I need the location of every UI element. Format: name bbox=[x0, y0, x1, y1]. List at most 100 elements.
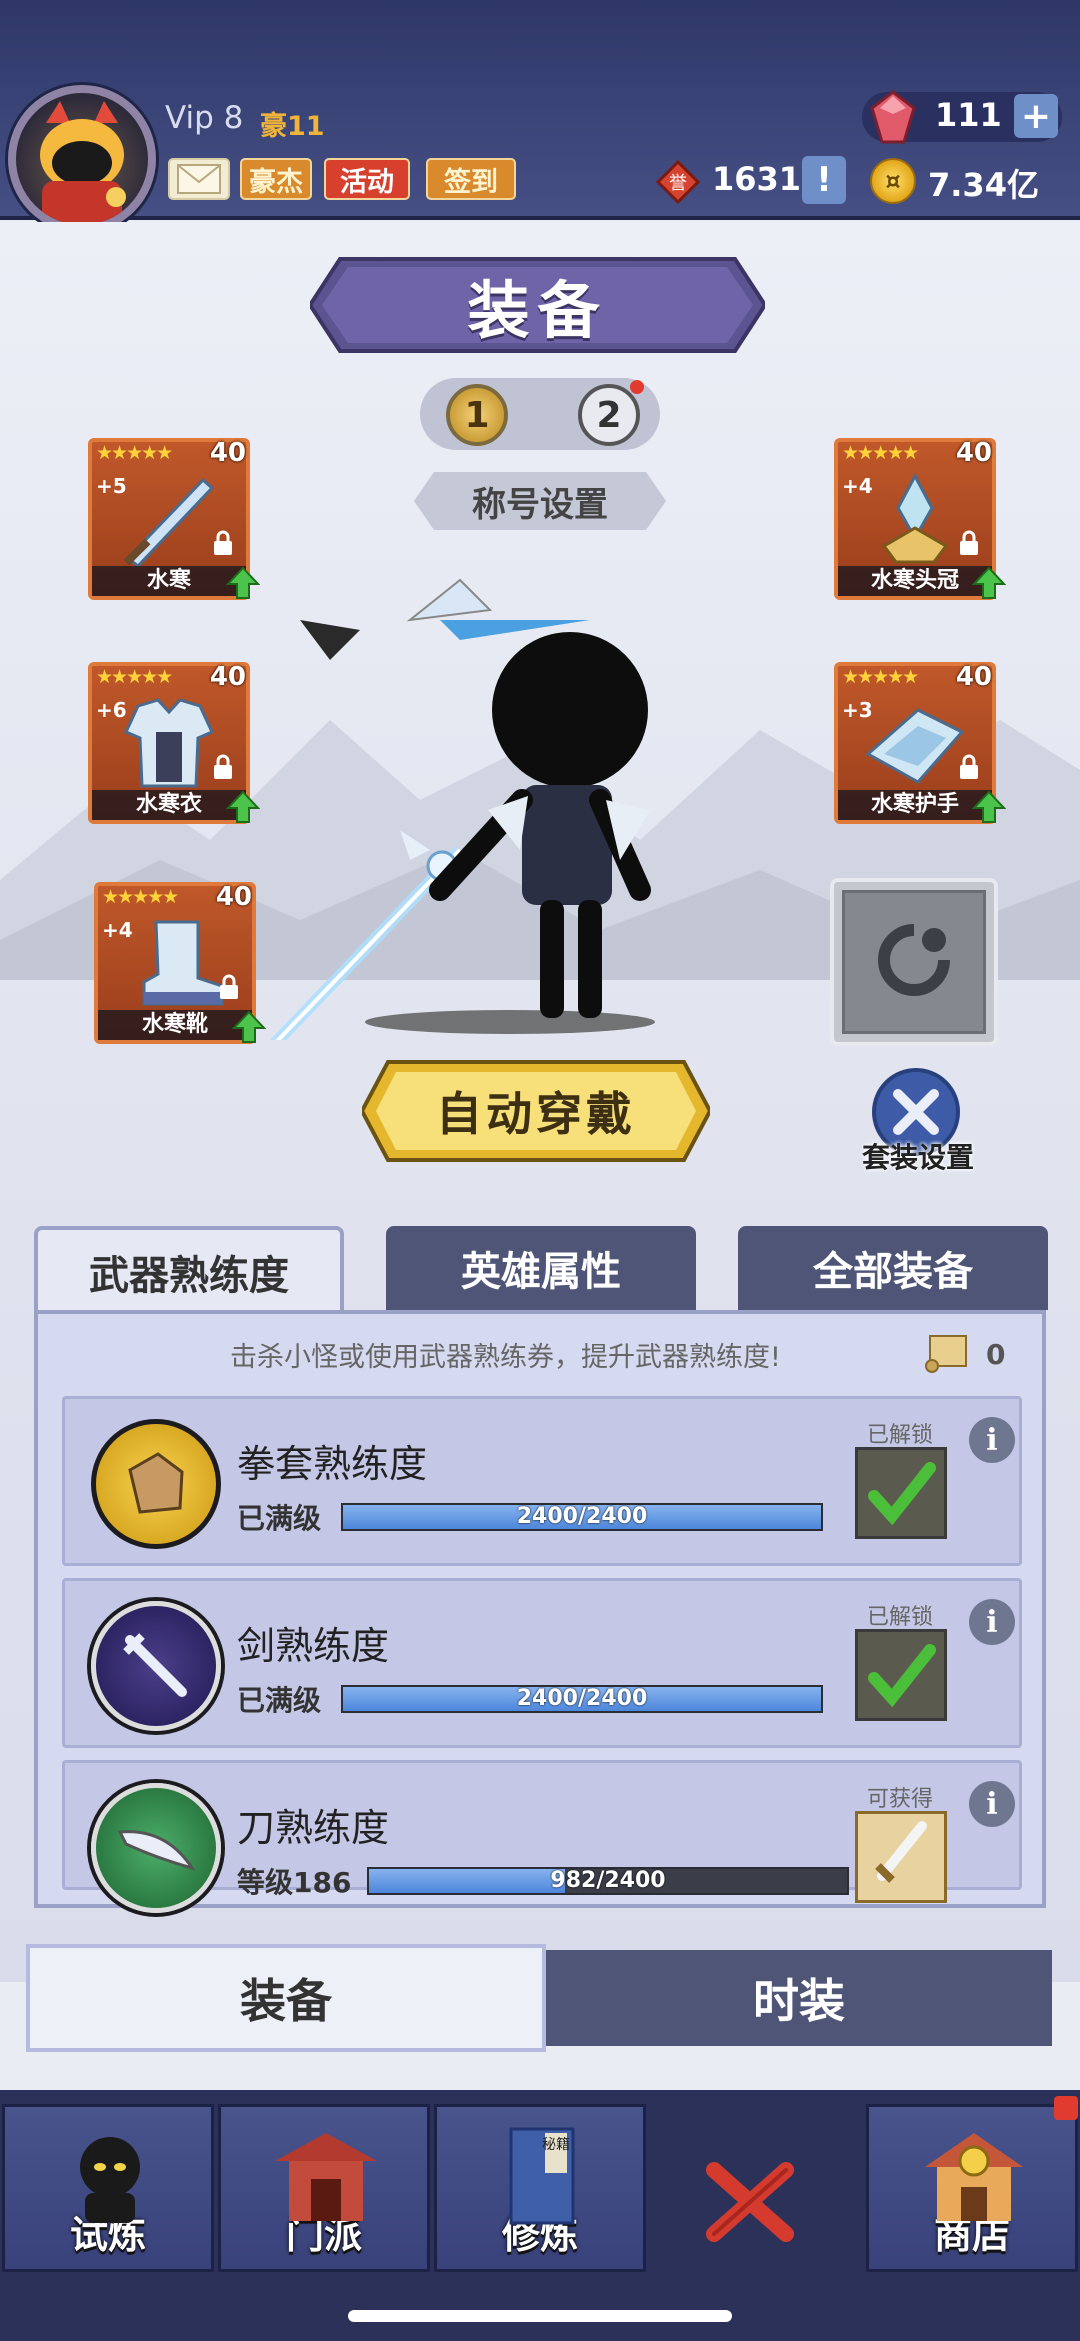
add-gems-button[interactable]: + bbox=[1014, 94, 1058, 138]
slot-item-name: 水寒护手 bbox=[838, 790, 992, 820]
fist-mastery-icon bbox=[91, 1419, 221, 1549]
svg-text:誉: 誉 bbox=[669, 173, 687, 194]
haojie-button[interactable]: 豪杰 bbox=[240, 158, 312, 200]
mastery-hint: 击杀小怪或使用武器熟练券，提升武器熟练度! bbox=[230, 1342, 781, 1373]
upgrade-arrow-icon bbox=[972, 790, 1006, 823]
page-1-button[interactable]: 1 bbox=[446, 384, 508, 446]
ninja-icon bbox=[80, 2137, 140, 2223]
slot-enhance-level: +5 bbox=[96, 474, 127, 498]
honor-token-icon: 誉 bbox=[656, 160, 700, 204]
progress-text: 2400/2400 bbox=[516, 1686, 648, 1711]
close-icon[interactable] bbox=[700, 2150, 800, 2250]
mastery-progress-bar: 2400/2400 bbox=[341, 1503, 823, 1531]
info-button[interactable]: i bbox=[969, 1599, 1015, 1645]
gem-count: 111 bbox=[935, 96, 1002, 134]
gold-count: 7.34亿 bbox=[928, 166, 1039, 204]
progress-text: 982/2400 bbox=[550, 1868, 666, 1893]
slot-level: 40 bbox=[209, 438, 246, 468]
slot-item-name: 水寒头冠 bbox=[838, 566, 992, 596]
equip-slot-gloves[interactable]: ★★★★★ 40 +3 水寒护手 bbox=[834, 662, 1006, 824]
set-settings-label: 套装设置 bbox=[861, 1141, 974, 1174]
mastery-scroll-icon bbox=[925, 1335, 967, 1373]
honor-count: 1631 bbox=[712, 160, 802, 198]
slot-level: 40 bbox=[215, 882, 252, 912]
secret-book-icon: 秘籍 bbox=[509, 2127, 575, 2225]
mastery-progress-bar: 982/2400 bbox=[367, 1867, 849, 1895]
hero-character bbox=[269, 578, 655, 1040]
lock-icon bbox=[960, 754, 978, 779]
slot-enhance-level: +4 bbox=[842, 474, 873, 498]
temple-icon bbox=[275, 2133, 377, 2221]
lock-icon bbox=[960, 530, 978, 555]
checkmark-icon bbox=[868, 1644, 936, 1708]
equip-slot-helmet[interactable]: ★★★★★ 40 +4 水寒头冠 bbox=[834, 438, 1006, 600]
lock-icon bbox=[214, 754, 232, 779]
sword-icon bbox=[123, 1633, 187, 1697]
lock-icon bbox=[214, 530, 232, 555]
upgrade-arrow-icon bbox=[226, 790, 260, 823]
mastery-title: 拳套熟练度 bbox=[237, 1442, 428, 1486]
mastery-title: 剑熟练度 bbox=[237, 1624, 390, 1668]
slot-stars: ★★★★★ bbox=[96, 666, 173, 688]
slot-level: 40 bbox=[209, 662, 246, 692]
ring-icon bbox=[878, 924, 950, 996]
home-indicator[interactable] bbox=[348, 2310, 732, 2322]
upgrade-arrow-icon bbox=[226, 566, 260, 599]
nav-sect[interactable]: 门派 bbox=[218, 2104, 430, 2272]
nav-practice[interactable]: 秘籍 修炼 bbox=[434, 2104, 646, 2272]
page-title: 装备 bbox=[467, 274, 608, 347]
gem-icon bbox=[870, 90, 916, 144]
unlocked-badge bbox=[855, 1447, 947, 1539]
slot-stars: ★★★★★ bbox=[842, 666, 919, 688]
lock-icon bbox=[220, 974, 238, 999]
tab-hero-attributes[interactable]: 英雄属性 bbox=[386, 1226, 696, 1310]
mastery-row-fist[interactable]: 拳套熟练度 已满级 2400/2400 已解锁 i bbox=[62, 1396, 1022, 1566]
slot-stars: ★★★★★ bbox=[842, 442, 919, 464]
blade-mastery-icon bbox=[91, 1783, 221, 1913]
obtainable-badge bbox=[855, 1811, 947, 1903]
progress-text: 2400/2400 bbox=[516, 1504, 648, 1529]
honor-info-button[interactable]: ! bbox=[802, 156, 846, 204]
slot-item-name: 水寒衣 bbox=[92, 790, 246, 820]
mastery-progress-bar: 2400/2400 bbox=[341, 1685, 823, 1713]
nav-shop[interactable]: 商店 bbox=[866, 2104, 1078, 2272]
unlocked-badge bbox=[855, 1629, 947, 1721]
tab-all-equipment[interactable]: 全部装备 bbox=[738, 1226, 1048, 1310]
unlock-status: 可获得 bbox=[867, 1787, 934, 1812]
gauntlet-icon bbox=[128, 1452, 184, 1514]
slot-stars: ★★★★★ bbox=[96, 442, 173, 464]
activity-button[interactable]: 活动 bbox=[324, 158, 410, 200]
notification-dot bbox=[1054, 2096, 1078, 2120]
subtab-fashion[interactable]: 时装 bbox=[546, 1950, 1052, 2046]
tab-weapon-mastery[interactable]: 武器熟练度 bbox=[34, 1226, 344, 1314]
slot-item-name: 水寒靴 bbox=[98, 1010, 252, 1040]
envelope-icon bbox=[177, 164, 221, 194]
book-label: 秘籍 bbox=[542, 2136, 570, 2153]
equip-slot-armor[interactable]: ★★★★★ 40 +6 水寒衣 bbox=[88, 662, 260, 824]
sword-mastery-icon bbox=[91, 1601, 221, 1731]
slot-stars: ★★★★★ bbox=[102, 886, 179, 908]
player-avatar[interactable] bbox=[8, 85, 156, 233]
slot-level: 40 bbox=[955, 438, 992, 468]
mastery-row-sword[interactable]: 剑熟练度 已满级 2400/2400 已解锁 i bbox=[62, 1578, 1022, 1748]
signin-button[interactable]: 签到 bbox=[426, 158, 516, 200]
subtab-equipment[interactable]: 装备 bbox=[26, 1944, 546, 2052]
sword-icon bbox=[875, 1821, 927, 1883]
blade-icon bbox=[117, 1830, 196, 1871]
mastery-row-blade[interactable]: 刀熟练度 等级186 982/2400 可获得 i bbox=[62, 1760, 1022, 1913]
mail-button[interactable] bbox=[168, 158, 230, 200]
auto-equip-button[interactable]: 自动穿戴 bbox=[362, 1060, 710, 1162]
nav-trial[interactable]: 试炼 bbox=[2, 2104, 214, 2272]
page-2-button[interactable]: 2 bbox=[578, 384, 640, 446]
slot-enhance-level: +6 bbox=[96, 698, 127, 722]
slot-enhance-level: +4 bbox=[102, 918, 133, 942]
info-button[interactable]: i bbox=[969, 1781, 1015, 1827]
mastery-level: 等级186 bbox=[237, 1866, 352, 1899]
equip-slot-weapon[interactable]: ★★★★★ 40 +5 水寒 bbox=[88, 438, 260, 600]
equip-slot-boots[interactable]: ★★★★★ 40 +4 水寒靴 bbox=[94, 882, 266, 1044]
info-button[interactable]: i bbox=[969, 1417, 1015, 1463]
mastery-scroll-count: 0 bbox=[986, 1338, 1006, 1371]
gold-coin-icon: ¤ bbox=[870, 158, 916, 204]
title-setting-button[interactable]: 称号设置 bbox=[414, 470, 666, 532]
unlock-status: 已解锁 bbox=[867, 1423, 934, 1448]
